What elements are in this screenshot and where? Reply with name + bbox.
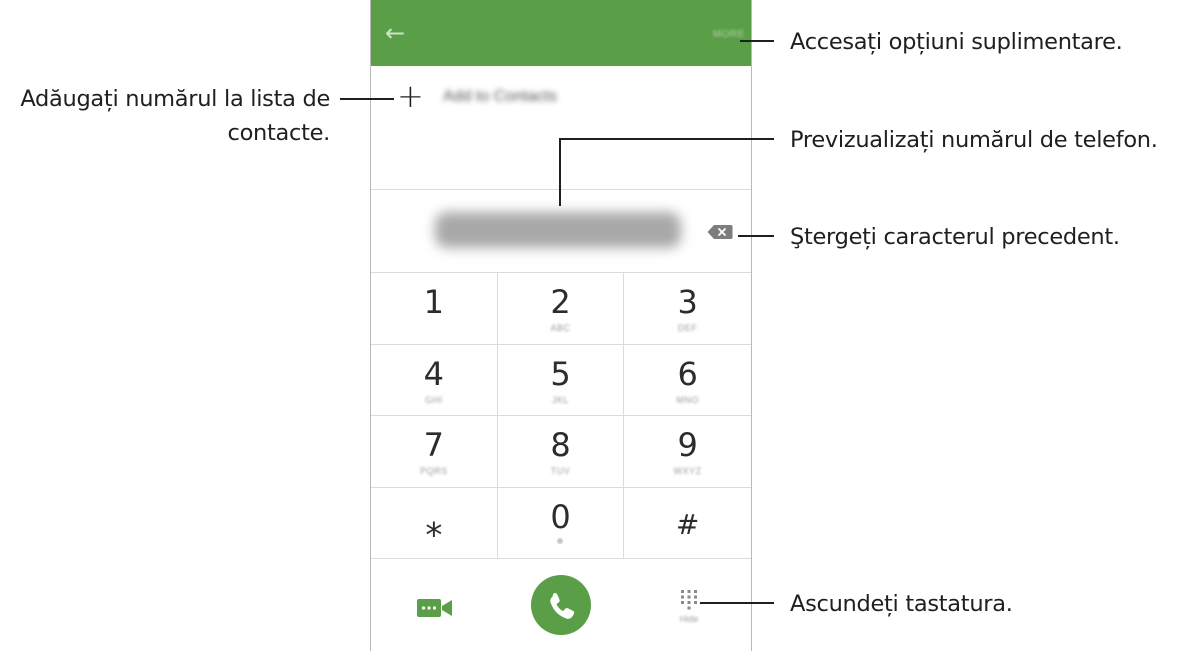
hide-keypad-button[interactable]: Hide <box>677 588 701 628</box>
call-button[interactable] <box>531 575 591 635</box>
app-bar: ← MORE <box>371 0 751 66</box>
leader-add-contact <box>340 98 394 100</box>
key-digit: 9 <box>677 426 698 464</box>
key-letters: PQRS <box>420 466 448 476</box>
key-digit: 7 <box>423 426 444 464</box>
key-0-dot <box>557 537 564 544</box>
dialpad-icon <box>681 590 697 610</box>
key-star[interactable]: ⁎ <box>371 487 498 559</box>
leader-delete <box>738 235 774 237</box>
key-digit: 8 <box>550 426 571 464</box>
key-7[interactable]: 7 PQRS <box>371 416 498 488</box>
annotation-preview-number: Previzualizați numărul de telefon. <box>790 127 1158 153</box>
key-digit: 2 <box>550 283 571 321</box>
key-digit: # <box>675 507 700 541</box>
leader-hide-keypad <box>700 602 774 604</box>
key-9[interactable]: 9 WXYZ <box>624 416 751 488</box>
add-to-contacts-label[interactable]: Add to Contacts <box>443 88 557 106</box>
key-letters: JKL <box>551 394 569 405</box>
key-letters: MNO <box>676 394 699 405</box>
key-digit: 5 <box>550 354 571 393</box>
annotation-add-contact-line2: contacte. <box>227 120 331 146</box>
key-digit: ⁎ <box>425 504 443 545</box>
annotation-add-contact-line1: Adăugați numărul la lista de <box>20 86 330 112</box>
key-letters: ABC <box>550 323 571 333</box>
annotation-delete-char: Ştergeți caracterul precedent. <box>790 224 1120 250</box>
key-digit: 6 <box>677 354 698 393</box>
key-5[interactable]: 5 JKL <box>497 344 625 416</box>
phone-icon <box>550 592 575 619</box>
key-8[interactable]: 8 TUV <box>497 416 625 488</box>
backspace-icon[interactable] <box>707 224 733 240</box>
plus-icon[interactable]: + <box>397 78 424 114</box>
add-to-contacts-row[interactable]: + Add to Contacts <box>371 66 751 128</box>
key-6[interactable]: 6 MNO <box>624 345 751 416</box>
hide-keypad-label: Hide <box>679 614 699 624</box>
phone-screen: ← MORE + Add to Contacts 1 2 ABC 3 DEF 4 GH… <box>370 0 752 651</box>
key-2[interactable]: 2 ABC <box>497 273 625 345</box>
key-digit: 1 <box>423 283 444 321</box>
key-1[interactable]: 1 <box>371 273 498 345</box>
dial-keypad: 1 2 ABC 3 DEF 4 GHI 5 JKL 6 MNO 7 PQRS 8 TUV 9 W… <box>371 272 751 559</box>
key-digit: 3 <box>677 283 698 321</box>
leader-more-options <box>740 40 774 42</box>
key-letters: GHI <box>425 394 443 405</box>
phone-number-preview <box>435 212 681 248</box>
key-4[interactable]: 4 GHI <box>371 344 498 416</box>
key-letters: DEF <box>677 323 698 333</box>
key-letters: TUV <box>550 466 571 476</box>
leader-preview-horizontal <box>560 138 774 140</box>
key-hash[interactable]: # <box>624 488 751 559</box>
dialer-actions: Hide <box>371 558 751 651</box>
key-letters: WXYZ <box>673 466 702 476</box>
annotation-more-options: Accesați opțiuni suplimentare. <box>790 29 1123 55</box>
key-digit: 4 <box>423 354 444 393</box>
video-call-icon[interactable] <box>417 596 453 620</box>
key-0[interactable]: 0 <box>497 487 625 559</box>
key-3[interactable]: 3 DEF <box>624 273 751 345</box>
number-display <box>371 190 751 272</box>
annotation-hide-keypad: Ascundeți tastatura. <box>790 591 1013 617</box>
back-arrow-icon[interactable]: ← <box>385 19 413 47</box>
leader-preview-vertical <box>559 138 561 206</box>
key-digit: 0 <box>550 497 571 536</box>
